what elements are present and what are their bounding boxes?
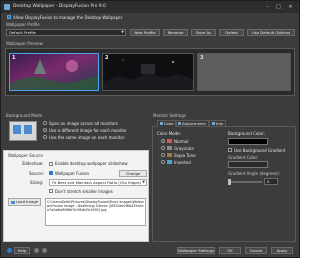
background-color-swatch[interactable] (228, 138, 268, 145)
wallpaper-window: Desktop Wallpaper - DisplayFusion Pro 9.… (0, 0, 300, 258)
wallpaper-source-panel: Wallpaper Source Slideshow: Enable deskt… (3, 150, 149, 242)
profile-select[interactable]: Default Profile ▼ (6, 29, 126, 36)
chevron-down-icon: ▼ (121, 30, 124, 34)
preview-section-label: Wallpaper Preview (6, 41, 43, 46)
cancel-button[interactable]: Cancel (245, 247, 267, 254)
profile-select-value: Default Profile (9, 30, 36, 35)
maximize-button[interactable]: □ (274, 3, 283, 11)
color-grayscale-radio[interactable] (161, 146, 165, 150)
background-color-label: Background Color: (228, 131, 265, 136)
monitor-3-preview[interactable]: 3 (197, 53, 291, 91)
use-default-options-button[interactable]: Use Default Options (247, 29, 295, 36)
gradient-angle-label: Gradient Angle (degrees): (228, 171, 280, 176)
background-mode-label: Background Mode (6, 113, 43, 118)
mode-span-label: Span an image across all monitors (49, 120, 119, 126)
source-label: Source: (29, 171, 45, 176)
slideshow-checkbox-label: Enable desktop wallpaper slideshow (55, 161, 128, 166)
color-normal-radio[interactable] (161, 139, 165, 143)
help-button[interactable]: Help (14, 247, 30, 254)
sizing-label: Sizing: (30, 180, 44, 185)
image-icon (10, 200, 15, 204)
sizing-select[interactable]: Fit Best and Maintain Aspect Ratio (Clip… (49, 178, 147, 186)
change-source-button[interactable]: Change (119, 169, 147, 177)
monitor-2-wallpaper (103, 54, 193, 90)
use-gradient-label: Use Background Gradient (234, 147, 286, 153)
tab-adjustments-label: Adjustments (182, 121, 206, 126)
tab-info-label: Info (216, 121, 224, 126)
info-icon (42, 248, 47, 253)
new-profile-button[interactable]: New Profile (130, 29, 160, 36)
window-title: Desktop Wallpaper - DisplayFusion Pro 9.… (13, 4, 106, 9)
settings-icon (34, 248, 39, 253)
sepia-swatch-icon (167, 153, 172, 157)
mode-different-radio[interactable] (43, 128, 47, 132)
gradient-angle-field[interactable]: 0 (264, 177, 278, 185)
delete-profile-button[interactable]: Delete (219, 29, 244, 36)
help-icon (7, 248, 12, 253)
dont-stretch-checkbox[interactable] (49, 189, 53, 193)
color-grayscale-label: Grayscale (174, 145, 194, 151)
gradient-color-swatch[interactable] (228, 161, 268, 168)
minimize-button[interactable]: – (263, 3, 272, 11)
tab-color[interactable]: Color (157, 120, 177, 127)
color-sepia-radio[interactable] (161, 153, 165, 157)
mode-same-label: Use the same image on each monitor (49, 134, 125, 140)
image-path-field[interactable]: C:\Users\Keith\Pictures\DisplayFusion\St… (45, 198, 146, 226)
color-inverted-radio[interactable] (161, 160, 165, 164)
info-tab-icon (212, 122, 215, 125)
monitor-1-number: 1 (12, 55, 16, 61)
adjustments-tab-icon (178, 122, 181, 125)
rename-profile-button[interactable]: Rename (163, 29, 188, 36)
tab-info[interactable]: Info (209, 120, 227, 127)
inverted-swatch-icon (167, 160, 172, 164)
use-gradient-checkbox[interactable] (228, 148, 232, 152)
wallpaper-source-label: Wallpaper Source (8, 153, 44, 158)
monitor-2-number: 2 (105, 55, 109, 61)
gradient-angle-value: 0 (267, 178, 270, 184)
monitor-settings-label: Monitor Settings (153, 113, 186, 118)
monitor-2-preview[interactable]: 2 (102, 53, 194, 91)
close-button[interactable]: ✕ (286, 3, 295, 11)
mode-different-label: Use a different image for each monitor (49, 127, 127, 133)
color-sepia-label: Sepia Tone (174, 152, 196, 158)
color-normal-label: Normal (174, 138, 189, 144)
monitor-1-wallpaper (10, 54, 98, 90)
normal-swatch-icon (167, 139, 172, 143)
load-image-label: Load Image (15, 199, 39, 204)
mode-span-radio[interactable] (43, 121, 47, 125)
slideshow-label: Slideshow: (22, 161, 44, 166)
ok-button[interactable]: OK (219, 247, 241, 254)
manage-wallpaper-checkbox[interactable] (7, 15, 11, 19)
wallpaper-settings-button[interactable]: Wallpaper Settings (177, 247, 215, 254)
monitor-1-preview[interactable]: 1 (9, 53, 99, 91)
gradient-color-label: Gradient Color: (228, 155, 259, 160)
save-as-profile-button[interactable]: Save As (191, 29, 216, 36)
color-inverted-label: Inverted (174, 159, 191, 165)
app-icon (4, 4, 10, 10)
chevron-down-icon: ▼ (142, 179, 145, 184)
title-bar: Desktop Wallpaper - DisplayFusion Pro 9.… (1, 1, 299, 13)
mode-same-radio[interactable] (43, 135, 47, 139)
tab-color-label: Color (164, 121, 174, 126)
apply-button[interactable]: Apply (271, 247, 293, 254)
image-path-text: C:\Users\Keith\Pictures\DisplayFusion\St… (47, 200, 144, 212)
monitor-3-number: 3 (200, 55, 204, 61)
tab-adjustments[interactable]: Adjustments (175, 120, 209, 127)
profile-section-label: Wallpaper Profile (6, 22, 40, 27)
dont-stretch-label: Don't stretch smaller images (55, 188, 113, 194)
manage-wallpaper-label: Allow DisplayFusion to manage the Deskto… (13, 14, 123, 20)
gradient-angle-track (228, 181, 262, 183)
load-image-button[interactable]: Load Image (8, 198, 41, 206)
gradient-angle-slider[interactable] (228, 179, 231, 185)
grayscale-swatch-icon (167, 146, 172, 150)
sizing-select-value: Fit Best and Maintain Aspect Ratio (Clip… (52, 179, 142, 185)
color-tab-icon (160, 122, 163, 125)
source-value: Wallpaper Fusion (55, 171, 90, 176)
wallpaperfusion-icon (49, 171, 53, 175)
color-mode-label: Color Mode: (157, 131, 181, 136)
slideshow-checkbox[interactable] (49, 161, 53, 166)
background-mode-icon (9, 121, 37, 141)
